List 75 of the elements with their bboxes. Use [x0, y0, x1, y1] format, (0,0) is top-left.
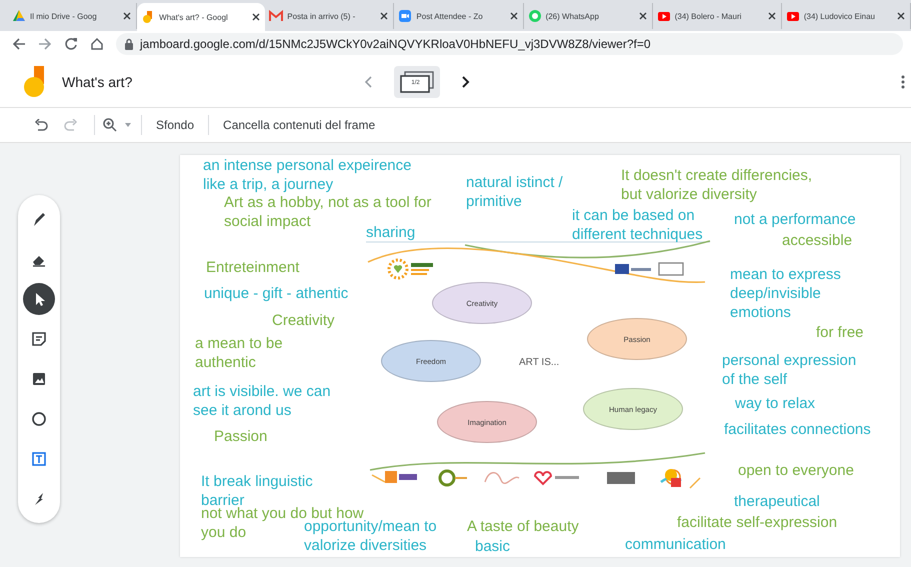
sticky-text: an intense personal expeirence like a trip, a journey [203, 156, 412, 194]
browser-tab[interactable]: Post Attendee - Zo [394, 3, 524, 29]
mail-icon [269, 9, 284, 23]
tab-title: (34) Bolero - Mauri [674, 12, 742, 20]
document-title: What's art? [62, 74, 132, 90]
tab-title: (34) Ludovico Einau [804, 12, 876, 20]
sticky-text: Entreteinment [206, 258, 300, 277]
tab-title: Posta in arrivo (5) - [287, 12, 356, 20]
circle-icon [31, 411, 47, 427]
close-icon[interactable] [379, 11, 390, 21]
sticky-text: It doesn't create differencies, but valorize diversity [621, 166, 812, 204]
sticky-text: a mean to be authentic [195, 334, 283, 372]
sticky-text: natural istinct / primitive [466, 173, 563, 211]
sticky-text: not a performance [734, 210, 856, 229]
triangle-icon [12, 9, 26, 23]
chat-icon [528, 9, 542, 23]
pen-icon [31, 211, 47, 227]
play-icon [656, 9, 671, 23]
browser-tab[interactable]: Posta in arrivo (5) - [265, 3, 394, 29]
undo-icon[interactable] [34, 119, 48, 131]
close-icon[interactable] [122, 11, 132, 21]
sticky-text: Passion [214, 427, 268, 446]
close-icon[interactable] [896, 11, 906, 21]
sticky-text: accessible [782, 231, 852, 250]
more-icon[interactable] [901, 75, 905, 89]
close-icon[interactable] [251, 12, 262, 22]
browser-tab[interactable]: (34) Bolero - Mauri [652, 3, 782, 29]
chevron-left-icon[interactable] [364, 75, 374, 89]
zoom-icon[interactable] [103, 118, 117, 132]
tab-title: Post Attendee - Zo [416, 12, 484, 20]
sticky-text: facilitates connections [724, 420, 871, 439]
sticky-text: basic [475, 537, 510, 556]
forward-icon[interactable] [38, 37, 52, 51]
browser-tab[interactable]: (26) WhatsApp [524, 3, 653, 29]
sticky-text: it can be based on different techniques [572, 206, 703, 244]
close-icon[interactable] [508, 11, 519, 21]
address-field[interactable]: jamboard.google.com/d/15NMc2J5WCkY0v2aiNQVYKRloaV0HbNEFU_vj3DVW8Z8/viewer?f=0 [116, 33, 903, 55]
frames-icon [399, 71, 436, 93]
caret-icon[interactable] [125, 123, 131, 127]
text-box-icon [31, 451, 47, 467]
back-icon[interactable] [12, 37, 26, 51]
sticky-text: you do [201, 523, 246, 542]
chevron-right-icon[interactable] [460, 75, 470, 89]
sticky-text: A taste of beauty [467, 517, 579, 536]
sticky-text: open to everyone [738, 461, 854, 480]
home-icon[interactable] [90, 37, 104, 51]
jamboard-logo-icon [24, 66, 46, 98]
lock-icon [124, 38, 134, 50]
sticky-text: communication [625, 535, 726, 554]
clear-frame-button[interactable]: Cancella contenuti del frame [217, 114, 382, 136]
sun-logo-icon [663, 468, 681, 488]
sticky-text: Creativity [272, 311, 335, 330]
reload-icon[interactable] [64, 37, 78, 51]
sticky-text: unique - gift - athentic [204, 284, 348, 303]
sticky-text: mean to express deep/invisible emotions [730, 265, 841, 322]
tab-title: (26) WhatsApp [546, 12, 600, 20]
sticky-text: for free [816, 323, 864, 342]
background-button[interactable]: Sfondo [150, 114, 200, 136]
sticky-text: personal expression of the self [722, 351, 856, 389]
browser-tab[interactable]: (34) Ludovico Einau [782, 3, 911, 29]
image-icon [31, 371, 47, 387]
sticky-text: facilitate self-expression [677, 513, 838, 532]
video-icon [398, 9, 412, 23]
tab-title: What's art? - Googl [159, 12, 229, 22]
browser-tab[interactable]: What's art? - Googl [137, 3, 266, 31]
sticky-text: art is visibile. we can see it arond us [193, 382, 331, 420]
sticky-text: way to relax [735, 394, 816, 413]
close-icon[interactable] [766, 11, 777, 21]
tab-title: Il mio Drive - Goog [30, 12, 98, 20]
close-icon[interactable] [638, 11, 648, 21]
sticky-text: therapeutical [734, 492, 820, 511]
play-icon [786, 9, 800, 23]
sticky-note-icon [31, 331, 47, 347]
tool-button[interactable] [23, 283, 55, 315]
slide-heading: ART IS... [519, 357, 560, 368]
